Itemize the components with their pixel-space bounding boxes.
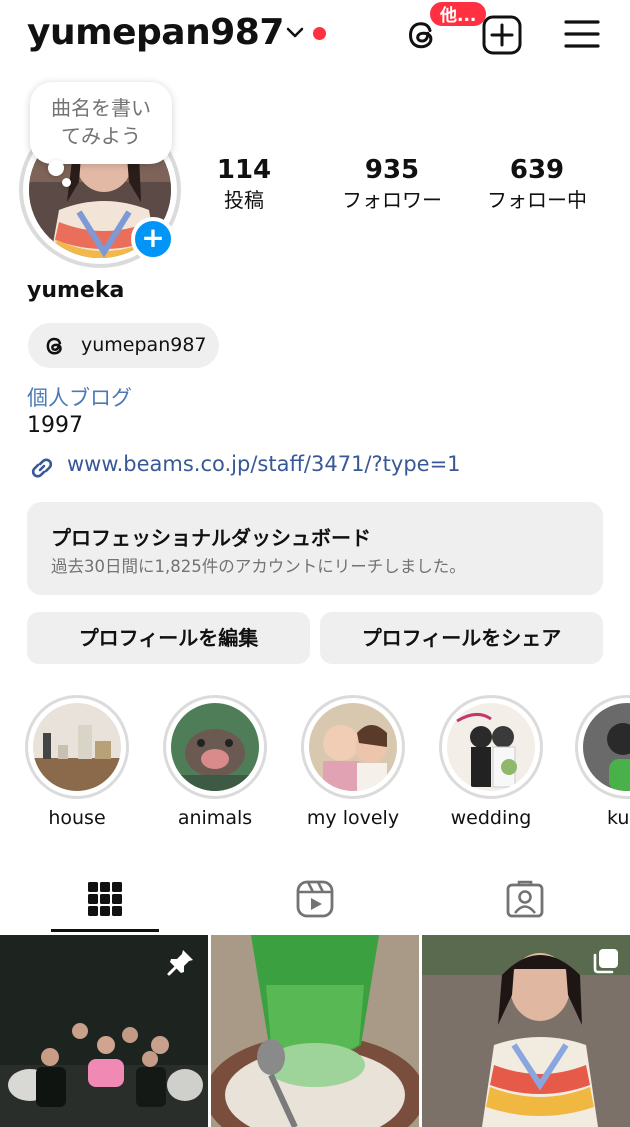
highlight-label: my lovely (306, 807, 400, 829)
followers-count[interactable]: 935 フォロワー (330, 154, 454, 214)
highlight-ring (301, 695, 405, 799)
pin-icon (167, 950, 193, 976)
note-bubble-tail (48, 160, 64, 176)
highlight-label: wedding (450, 807, 532, 829)
display-name: yumeka (27, 278, 125, 303)
following-count[interactable]: 639 フォロー中 (476, 154, 598, 214)
threads-icon (46, 337, 62, 355)
new-post-icon[interactable] (481, 14, 523, 56)
chevron-down-icon[interactable] (286, 26, 304, 40)
add-story-button[interactable]: + (131, 217, 175, 261)
highlight-wedding[interactable]: wedding (437, 695, 545, 829)
note-bubble-tail-small (62, 178, 71, 187)
highlight-ring (163, 695, 267, 799)
grid-post-2[interactable] (211, 935, 419, 1127)
dashboard-subtitle: 過去30日間に1,825件のアカウントにリーチしました。 (51, 557, 466, 576)
highlight-cover (309, 703, 397, 791)
highlight-label: house (48, 807, 106, 829)
threads-badge: 他... (428, 0, 489, 28)
tagged-icon (506, 880, 544, 918)
highlight-ku[interactable]: ku (575, 695, 630, 829)
menu-icon[interactable] (562, 16, 602, 52)
posts-count-label: 投稿 (224, 188, 264, 212)
highlight-cover (33, 703, 121, 791)
followers-count-value: 935 (364, 155, 420, 185)
highlight-house[interactable]: house (23, 695, 131, 829)
top-bar: yumepan987 他... (0, 0, 630, 72)
followers-count-label: フォロワー (342, 188, 442, 212)
reels-icon (296, 880, 334, 918)
threads-handle: yumepan987 (81, 334, 207, 356)
highlight-my-lovely[interactable]: my lovely (299, 695, 407, 829)
highlight-ring (439, 695, 543, 799)
dashboard-title: プロフェッショナルダッシュボード (51, 526, 371, 550)
active-tab-indicator (51, 929, 159, 932)
posts-count[interactable]: 114 投稿 (212, 154, 276, 214)
note-bubble[interactable]: 曲名を書い てみよう (30, 82, 172, 164)
highlight-cover (171, 703, 259, 791)
edit-profile-button[interactable]: プロフィールを編集 (27, 612, 310, 664)
professional-dashboard[interactable]: プロフェッショナルダッシュボード 過去30日間に1,825件のアカウントにリーチ… (27, 502, 603, 595)
notification-dot (313, 27, 326, 40)
grid-post-3[interactable] (422, 935, 630, 1127)
carousel-icon (593, 949, 618, 974)
highlight-label: animals (177, 807, 253, 829)
post-thumbnail (211, 935, 419, 1127)
link-icon (31, 458, 53, 478)
highlight-cover (583, 703, 630, 791)
highlight-animals[interactable]: animals (161, 695, 269, 829)
following-count-label: フォロー中 (487, 188, 587, 212)
highlight-cover (447, 703, 535, 791)
profile-link-url[interactable]: www.beams.co.jp/staff/3471/?type=1 (67, 452, 461, 476)
account-username[interactable]: yumepan987 (27, 12, 284, 53)
note-line-1: 曲名を書い (51, 96, 151, 120)
grid-post-1[interactable] (0, 935, 208, 1127)
highlight-ring (575, 695, 630, 799)
threads-profile-chip[interactable]: yumepan987 (28, 323, 219, 368)
profile-tabs (0, 862, 630, 934)
profile-category: 個人ブログ (27, 386, 132, 410)
profile-bio: 1997 (27, 413, 83, 438)
tab-posts[interactable] (0, 862, 210, 934)
highlight-label: ku (607, 807, 630, 829)
note-line-2: てみよう (61, 124, 141, 148)
posts-count-value: 114 (216, 155, 272, 185)
grid-icon (88, 882, 122, 916)
highlight-ring (25, 695, 129, 799)
following-count-value: 639 (509, 155, 565, 185)
tab-tagged[interactable] (420, 862, 630, 934)
tab-reels[interactable] (210, 862, 420, 934)
share-profile-button[interactable]: プロフィールをシェア (320, 612, 603, 664)
